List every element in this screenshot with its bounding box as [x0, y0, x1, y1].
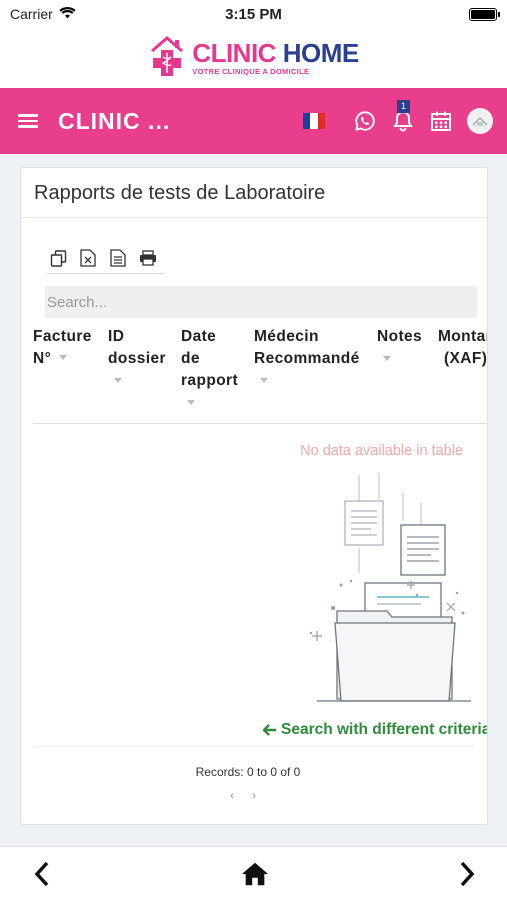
carrier-label: Carrier — [10, 6, 53, 22]
column-notes[interactable]: Notes — [377, 326, 422, 361]
sort-icon — [260, 378, 268, 383]
prev-page-button[interactable]: ‹ — [230, 788, 234, 802]
column-report-date-label: Date — [181, 328, 217, 345]
column-amount-label-2: (XAF) — [444, 350, 488, 367]
records-info: Records: 0 to 0 of 0 — [195, 765, 301, 779]
status-time: 3:15 PM — [225, 5, 282, 23]
avatar[interactable] — [467, 108, 493, 134]
app-title: CLINIC ... — [58, 107, 171, 134]
whatsapp-icon[interactable] — [353, 109, 377, 133]
sort-icon — [383, 356, 391, 361]
table-header: Facture N° ID dossier Date de rapport Mé… — [33, 326, 488, 424]
column-file-id[interactable]: ID dossier — [108, 326, 166, 383]
menu-icon[interactable] — [18, 114, 38, 128]
column-amount-label: Montant — [438, 328, 487, 345]
notification-badge: 1 — [397, 100, 410, 113]
sort-icon — [59, 355, 68, 361]
status-bar: Carrier 3:15 PM — [0, 0, 507, 28]
calendar-icon[interactable] — [429, 109, 453, 133]
column-doctor-label-2: Recommandé — [254, 350, 360, 367]
french-flag-icon[interactable] — [303, 113, 325, 129]
brand-tagline: VOTRE CLINIQUE A DOMICILE — [192, 67, 310, 77]
search-input[interactable] — [45, 286, 477, 318]
column-report-date[interactable]: Date de rapport — [181, 326, 238, 405]
column-file-id-label: ID — [108, 328, 125, 345]
lab-reports-card: Rapports de tests de Laboratoire Facture… — [20, 167, 488, 825]
column-doctor-label: Médecin — [254, 328, 319, 345]
arrow-left-icon — [263, 724, 276, 736]
brand-text: CLINIC HOME VOTRE CLINIQUE A DOMICILE — [192, 38, 360, 77]
bell-icon[interactable]: 1 — [391, 100, 415, 133]
main-content: Rapports de tests de Laboratoire Facture… — [0, 154, 507, 846]
bottom-nav — [0, 846, 507, 900]
column-file-id-label-2: dossier — [108, 350, 166, 367]
page-title: Rapports de tests de Laboratoire — [21, 168, 487, 218]
home-icon[interactable] — [241, 858, 269, 890]
no-data-message: No data available in table — [300, 443, 463, 459]
csv-icon[interactable] — [107, 247, 129, 269]
clinic-logo-icon — [148, 35, 186, 82]
app-bar: CLINIC ... 1 — [0, 88, 507, 154]
search-different-criteria-link[interactable]: Search with different criteria — [263, 721, 488, 739]
print-icon[interactable] — [137, 247, 159, 269]
pagination: ‹ › — [21, 788, 487, 802]
column-invoice-label-2: N° — [33, 350, 52, 367]
app-actions: 1 — [303, 100, 493, 134]
wifi-icon — [59, 6, 76, 22]
column-invoice-label: Facture — [33, 328, 92, 345]
column-invoice[interactable]: Facture N° — [33, 326, 92, 370]
back-icon[interactable] — [28, 858, 56, 890]
search-different-criteria-label: Search with different criteria — [281, 721, 488, 738]
column-report-date-label-3: rapport — [181, 372, 239, 389]
empty-folder-illustration — [281, 473, 471, 703]
status-left: Carrier — [10, 6, 76, 22]
column-doctor[interactable]: Médecin Recommandé — [254, 326, 360, 383]
column-report-date-label-2: de — [181, 350, 200, 367]
footer-divider — [34, 746, 474, 747]
export-toolbar — [47, 247, 165, 274]
brand-header: CLINIC HOME VOTRE CLINIQUE A DOMICILE — [0, 28, 507, 88]
brand-name-part1: CLINIC — [192, 38, 276, 69]
copy-icon[interactable] — [47, 247, 69, 269]
forward-icon[interactable] — [453, 858, 481, 890]
brand-name-part2: HOME — [282, 38, 360, 69]
brand-name: CLINIC HOME — [192, 38, 360, 69]
sort-icon — [187, 400, 195, 405]
sort-icon — [114, 378, 122, 383]
battery-icon — [469, 7, 500, 21]
column-notes-label: Notes — [377, 328, 423, 345]
next-page-button[interactable]: › — [252, 788, 256, 802]
excel-icon[interactable] — [77, 247, 99, 269]
column-amount[interactable]: Montant (XAF) — [438, 326, 488, 370]
